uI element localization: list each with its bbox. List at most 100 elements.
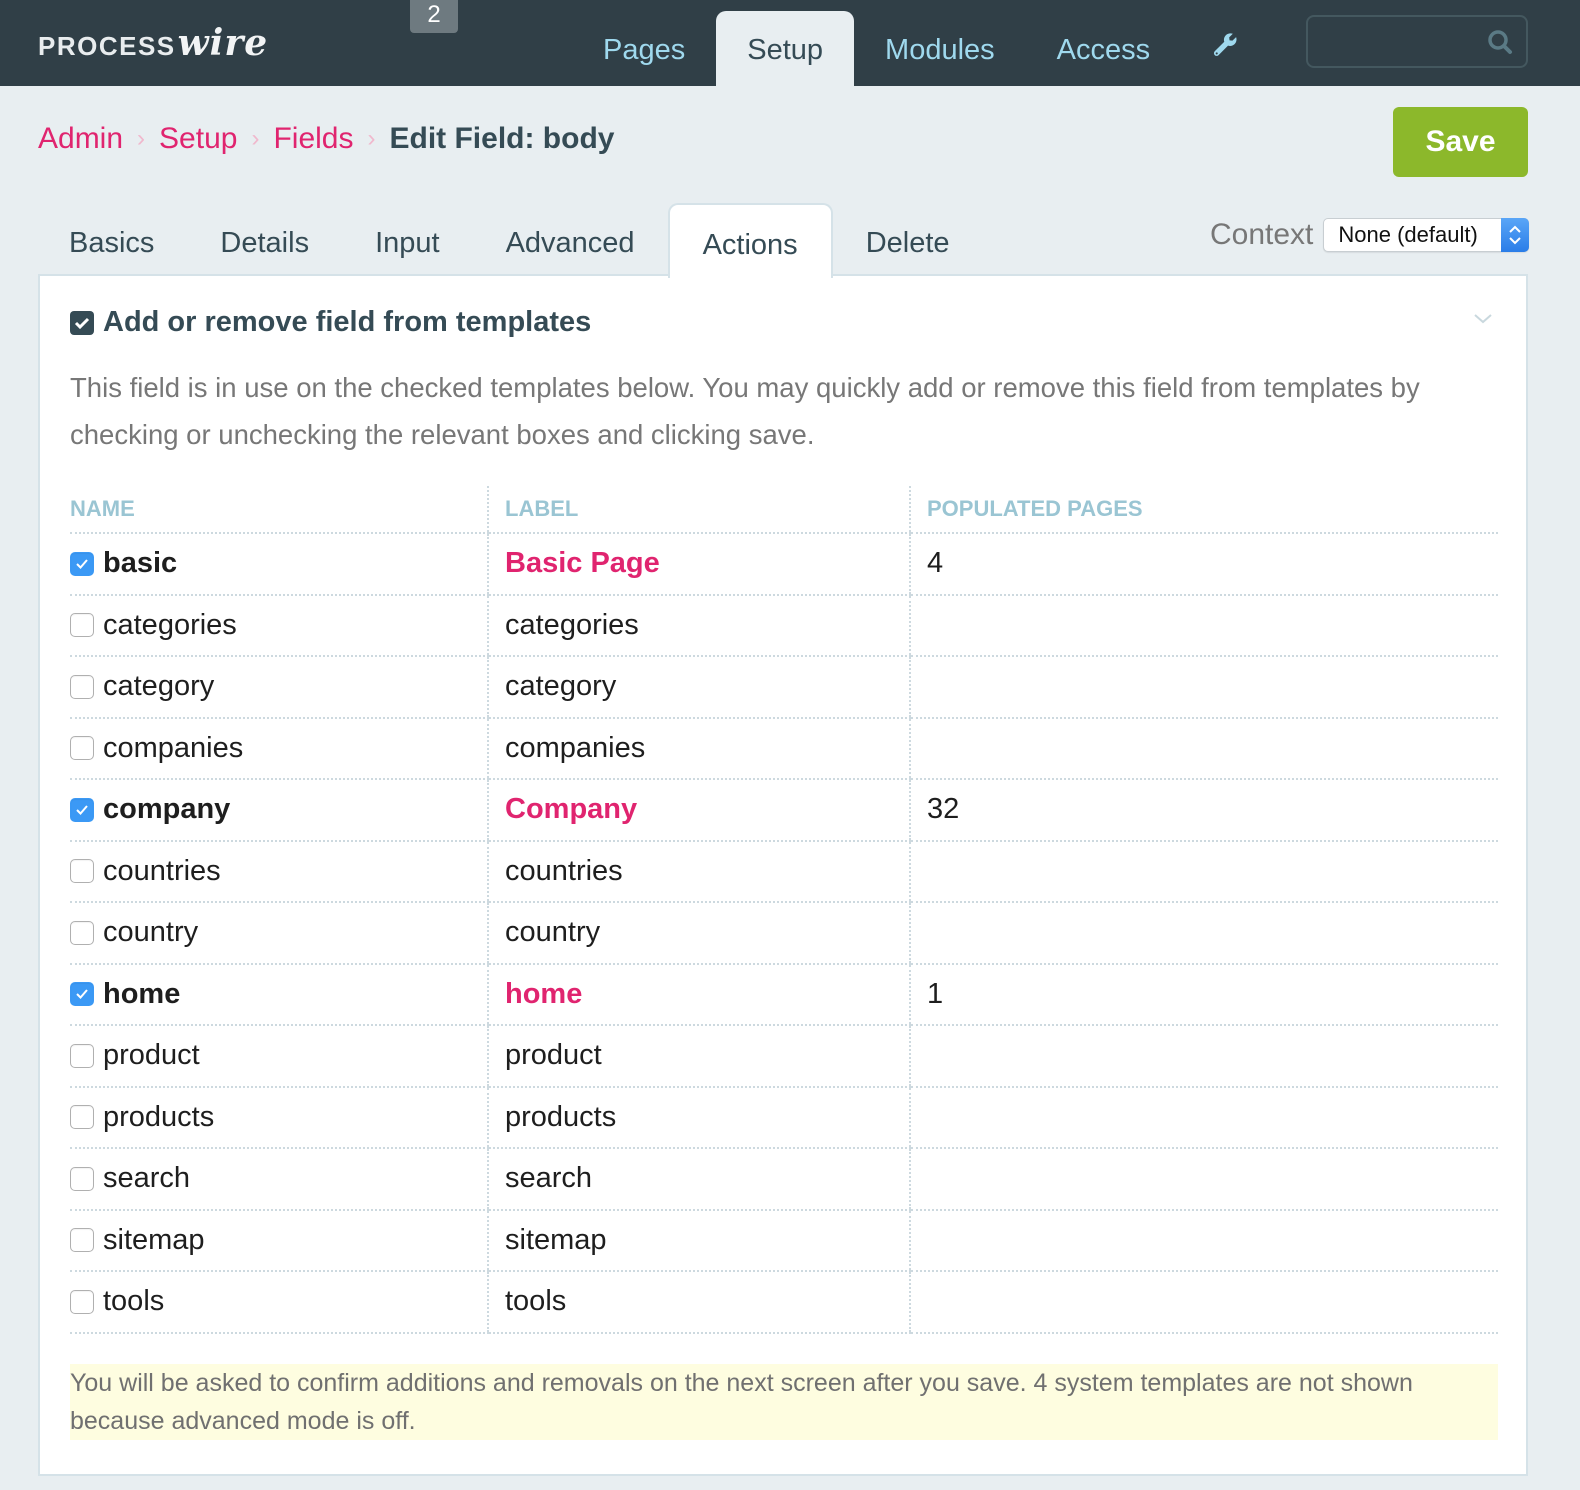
template-checkbox[interactable] — [70, 613, 94, 638]
populated-cell — [909, 717, 1498, 780]
template-checkbox-label[interactable]: home — [70, 978, 487, 1011]
table-row: categories categories — [70, 594, 1498, 657]
template-label: companies — [505, 731, 646, 764]
masthead: PROCESS wire 2 Pages Setup Modules Acces… — [0, 0, 1580, 86]
tab-input[interactable]: Input — [342, 203, 473, 276]
template-checkbox-label[interactable]: search — [70, 1162, 487, 1195]
breadcrumb-fields[interactable]: Fields — [273, 122, 353, 156]
template-label: search — [505, 1162, 593, 1195]
template-checkbox-label[interactable]: countries — [70, 855, 487, 888]
field-tabs: Basics Details Input Advanced Actions De… — [36, 203, 983, 278]
template-checkbox[interactable] — [70, 736, 94, 761]
template-checkbox[interactable] — [70, 920, 94, 945]
label-cell: products — [487, 1086, 910, 1149]
nav-pages[interactable]: Pages — [572, 11, 716, 86]
name-cell: categories — [70, 594, 488, 657]
populated-cell — [909, 1209, 1498, 1272]
populated-cell — [909, 656, 1498, 719]
search-icon[interactable] — [1486, 28, 1514, 56]
name-cell: product — [70, 1025, 488, 1088]
template-checkbox[interactable] — [70, 1043, 94, 1068]
populated-cell — [909, 1148, 1498, 1211]
nav-tools[interactable] — [1181, 11, 1269, 86]
template-name: companies — [103, 731, 244, 764]
context-select[interactable]: None (default) — [1323, 218, 1530, 252]
name-cell: tools — [70, 1271, 488, 1334]
template-name: basic — [103, 547, 178, 580]
select-arrows-icon — [1501, 218, 1530, 252]
breadcrumb: Admin › Setup › Fields › Edit Field: bod… — [38, 122, 614, 156]
nav-access[interactable]: Access — [1026, 11, 1181, 86]
populated-pages-count: 32 — [927, 793, 960, 826]
nav-setup[interactable]: Setup — [716, 11, 855, 86]
table-row: category category — [70, 656, 1498, 719]
chevron-down-icon[interactable] — [1474, 312, 1492, 324]
templates-panel: Add or remove field from templates This … — [38, 274, 1528, 1476]
checkmark-icon — [76, 805, 88, 815]
table-row: tools tools — [70, 1271, 1498, 1334]
template-checkbox-label[interactable]: products — [70, 1101, 487, 1134]
template-checkbox[interactable] — [70, 1166, 94, 1191]
processwire-logo[interactable]: PROCESS wire — [38, 22, 268, 64]
template-checkbox[interactable] — [70, 1289, 94, 1314]
template-checkbox-checked[interactable] — [70, 982, 94, 1007]
template-checkbox-label[interactable]: sitemap — [70, 1224, 487, 1257]
nav-modules[interactable]: Modules — [854, 11, 1026, 86]
template-checkbox-label[interactable]: tools — [70, 1285, 487, 1318]
populated-cell: 1 — [909, 963, 1498, 1026]
template-label: products — [505, 1100, 617, 1133]
column-header-label[interactable]: LABEL — [487, 486, 910, 534]
top-search-input[interactable] — [1308, 17, 1478, 66]
context-selector: Context None (default) — [1210, 218, 1530, 252]
template-checkbox-label[interactable]: product — [70, 1039, 487, 1072]
breadcrumb-admin[interactable]: Admin — [38, 122, 123, 156]
tab-advanced[interactable]: Advanced — [473, 203, 668, 276]
breadcrumb-setup[interactable]: Setup — [159, 122, 237, 156]
template-checkbox-label[interactable]: country — [70, 916, 487, 949]
notification-count-badge[interactable]: 2 — [410, 0, 458, 33]
label-cell: search — [487, 1148, 910, 1211]
template-checkbox-label[interactable]: companies — [70, 732, 487, 765]
template-checkbox-checked[interactable] — [70, 551, 94, 576]
template-name: sitemap — [103, 1223, 205, 1256]
save-button[interactable]: Save — [1393, 107, 1528, 177]
label-cell: product — [487, 1025, 910, 1088]
populated-cell — [909, 902, 1498, 965]
name-cell: home — [70, 963, 488, 1026]
table-row: companies companies — [70, 717, 1498, 780]
tab-actions[interactable]: Actions — [667, 203, 833, 278]
table-row: home home 1 — [70, 963, 1498, 1026]
label-cell: category — [487, 656, 910, 719]
label-cell: companies — [487, 717, 910, 780]
tab-details[interactable]: Details — [187, 203, 342, 276]
column-header-populated[interactable]: POPULATED PAGES — [909, 486, 1498, 534]
tab-basics[interactable]: Basics — [36, 203, 187, 276]
context-label: Context — [1210, 218, 1314, 251]
template-name: products — [103, 1100, 215, 1133]
panel-header[interactable]: Add or remove field from templates — [70, 306, 591, 339]
template-checkbox-label[interactable]: basic — [70, 547, 487, 580]
template-checkbox[interactable] — [70, 1228, 94, 1253]
breadcrumb-separator: › — [367, 125, 376, 152]
templates-table: NAME LABEL POPULATED PAGES basic Basic P… — [70, 486, 1498, 1334]
page-title: Edit Field: body — [389, 122, 615, 155]
label-cell: Basic Page — [487, 533, 910, 596]
name-cell: basic — [70, 533, 488, 596]
table-row: product product — [70, 1025, 1498, 1088]
name-cell: sitemap — [70, 1209, 488, 1272]
populated-cell — [909, 1271, 1498, 1334]
label-cell: home — [487, 963, 910, 1026]
column-header-name[interactable]: NAME — [70, 486, 488, 534]
template-checkbox-label[interactable]: category — [70, 670, 487, 703]
template-checkbox-label[interactable]: company — [70, 793, 487, 826]
template-checkbox[interactable] — [70, 859, 94, 884]
populated-pages-count: 4 — [927, 547, 944, 580]
name-cell: companies — [70, 717, 488, 780]
template-checkbox-checked[interactable] — [70, 797, 94, 822]
logo-process-text: PROCESS — [38, 31, 176, 61]
template-label: tools — [505, 1285, 567, 1318]
template-checkbox[interactable] — [70, 674, 94, 699]
tab-delete[interactable]: Delete — [833, 203, 983, 276]
template-checkbox[interactable] — [70, 1105, 94, 1130]
template-checkbox-label[interactable]: categories — [70, 609, 487, 642]
